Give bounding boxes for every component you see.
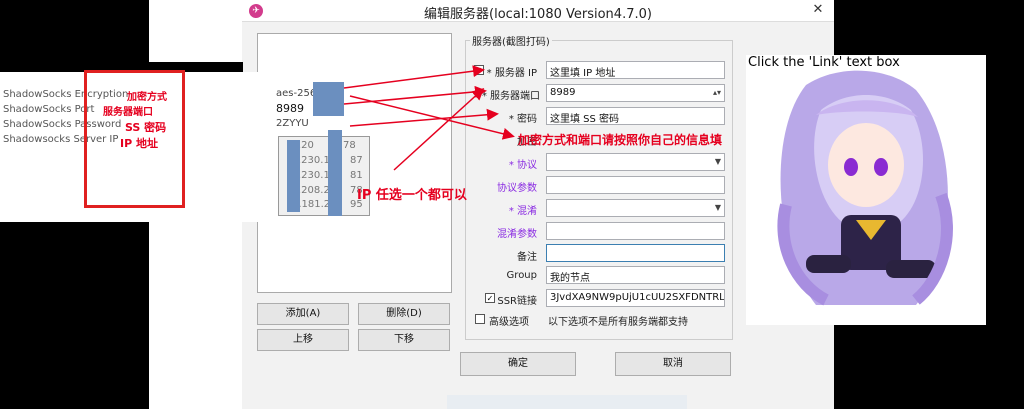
- arrow-ip-note: [393, 87, 485, 171]
- arrow-to-encryption: [349, 95, 515, 140]
- arrow-to-password: [349, 108, 499, 127]
- arrow-to-port: [343, 85, 487, 105]
- annotation-arrows: [343, 65, 515, 171]
- background-window-strip: [447, 395, 687, 409]
- arrow-to-ip: [343, 65, 485, 89]
